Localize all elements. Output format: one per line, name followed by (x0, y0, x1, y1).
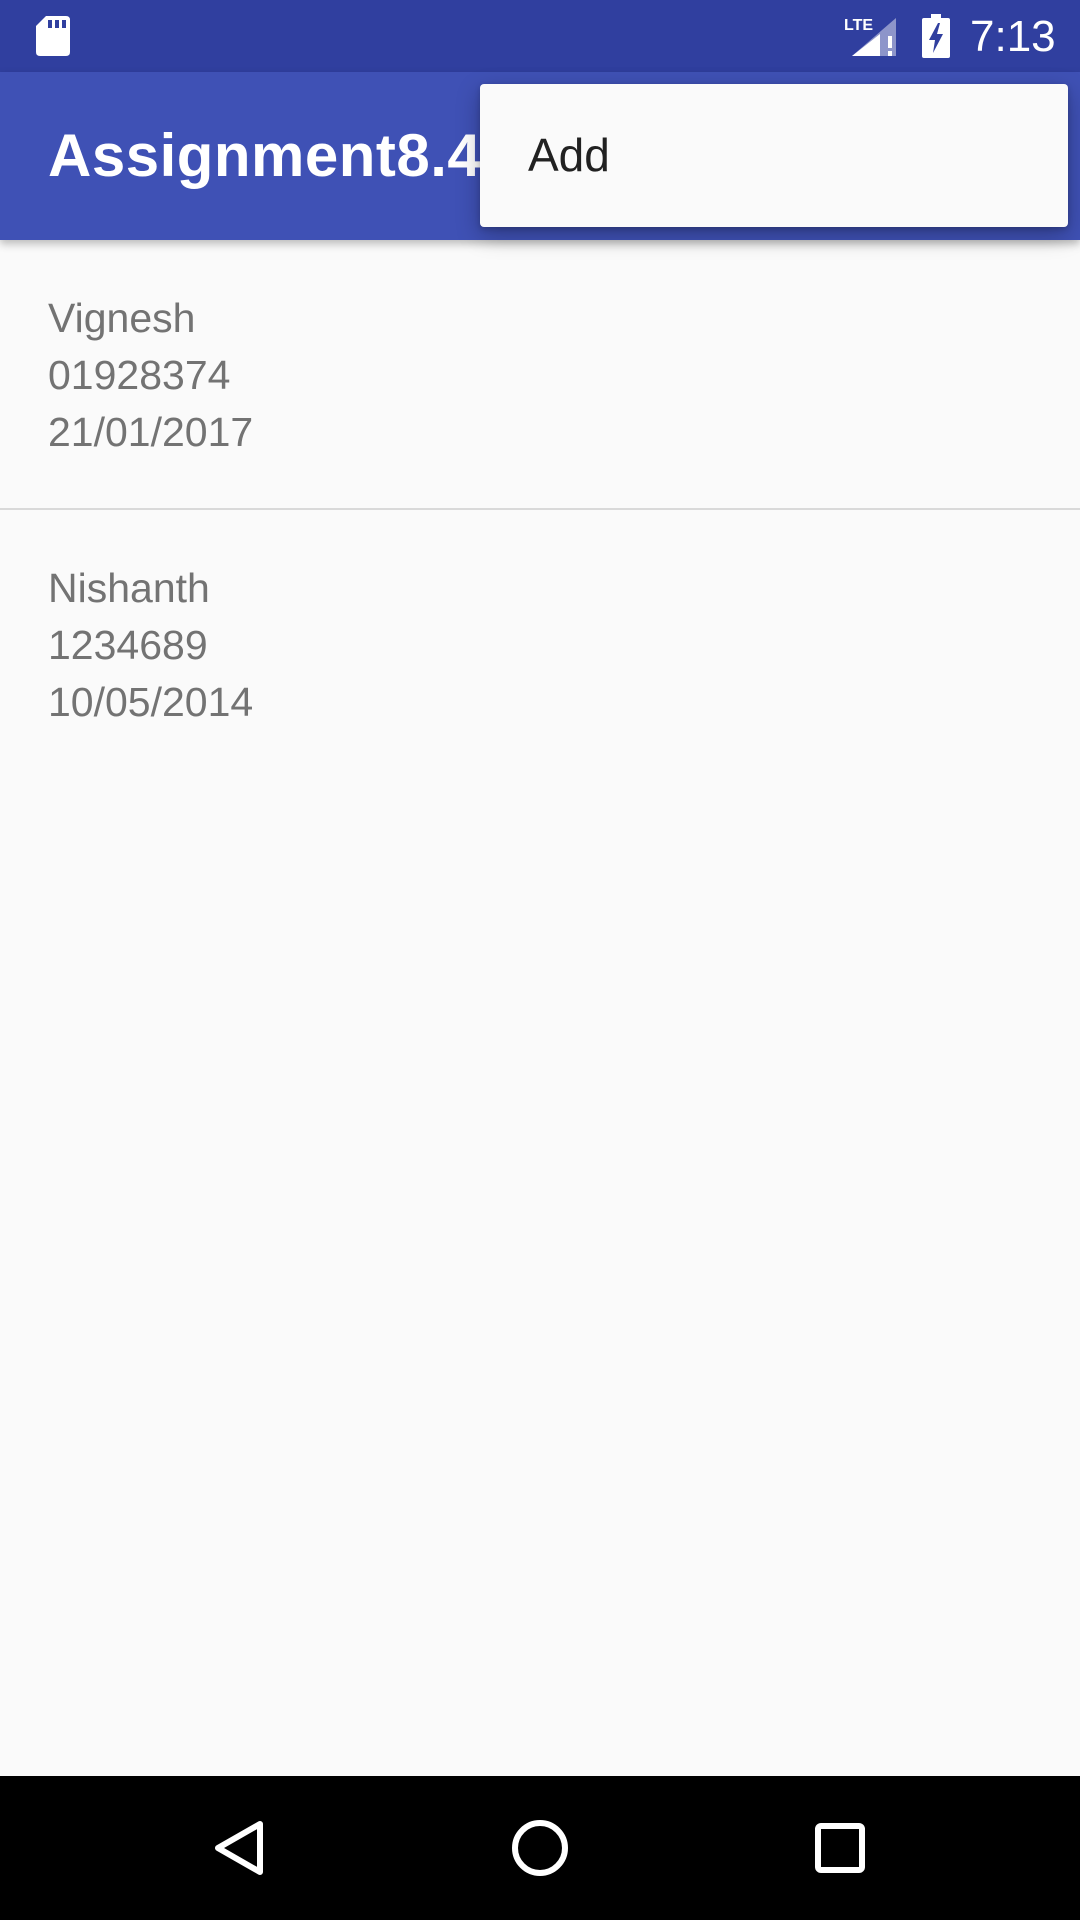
app-title: Assignment8.4 (48, 122, 482, 189)
menu-item-add[interactable]: Add (480, 84, 1068, 227)
recents-icon[interactable] (790, 1798, 890, 1898)
contact-list: Vignesh 01928374 21/01/2017 Nishanth 123… (0, 240, 1080, 780)
back-icon[interactable] (190, 1798, 290, 1898)
overflow-menu: Add (480, 84, 1068, 227)
item-phone: 01928374 (48, 352, 231, 398)
list-item[interactable]: Vignesh 01928374 21/01/2017 (0, 240, 1080, 510)
sd-card-icon (36, 16, 70, 56)
screen: LTE 7:13 Assignment8.4 Add Vignesh 01928… (0, 0, 1080, 1920)
home-icon[interactable] (490, 1798, 590, 1898)
menu-item-label: Add (528, 129, 610, 181)
item-name: Vignesh (48, 295, 196, 341)
item-date: 10/05/2014 (48, 679, 254, 725)
lte-signal-icon: LTE (844, 17, 896, 56)
status-bar: LTE 7:13 (0, 0, 1080, 72)
battery-charging-icon (922, 14, 950, 58)
navigation-bar (0, 1776, 1080, 1920)
lte-label: LTE (844, 17, 873, 34)
list-item[interactable]: Nishanth 1234689 10/05/2014 (0, 510, 1080, 780)
item-phone: 1234689 (48, 622, 208, 668)
item-name: Nishanth (48, 565, 210, 611)
status-clock: 7:13 (970, 12, 1056, 61)
item-date: 21/01/2017 (48, 409, 254, 455)
